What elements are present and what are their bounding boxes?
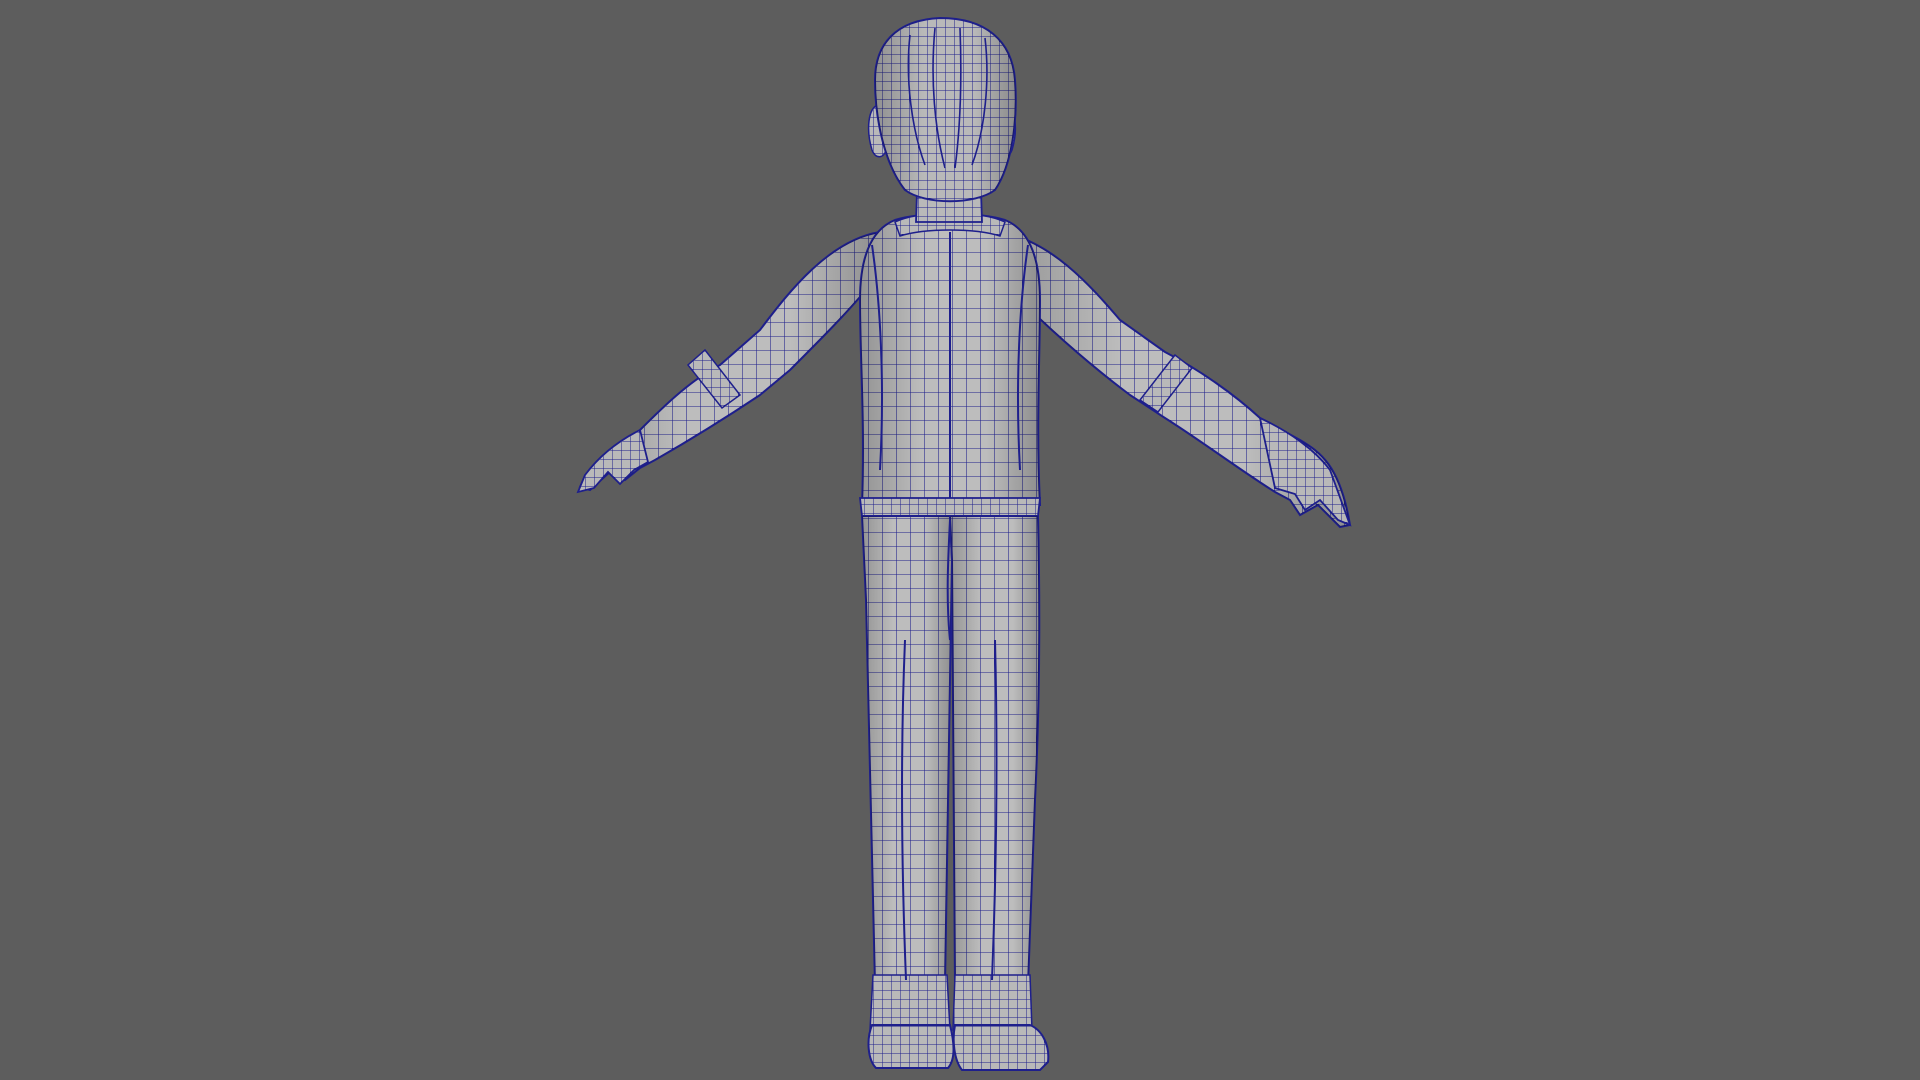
belt-mesh — [858, 497, 1042, 517]
left-shoe-mesh[interactable] — [867, 1024, 955, 1069]
right-shoe-mesh[interactable] — [952, 1024, 1050, 1071]
left-trouser-cuff — [869, 974, 951, 1031]
left-hand-mesh[interactable] — [576, 428, 650, 494]
left-leg-shading — [862, 516, 952, 985]
right-hand-mesh[interactable] — [1258, 416, 1352, 527]
viewport-canvas[interactable] — [0, 0, 1920, 1080]
character-mesh[interactable] — [576, 16, 1352, 1071]
head-shading — [875, 18, 1016, 202]
3d-viewport[interactable] — [0, 0, 1920, 1080]
right-trouser-cuff — [952, 974, 1033, 1031]
